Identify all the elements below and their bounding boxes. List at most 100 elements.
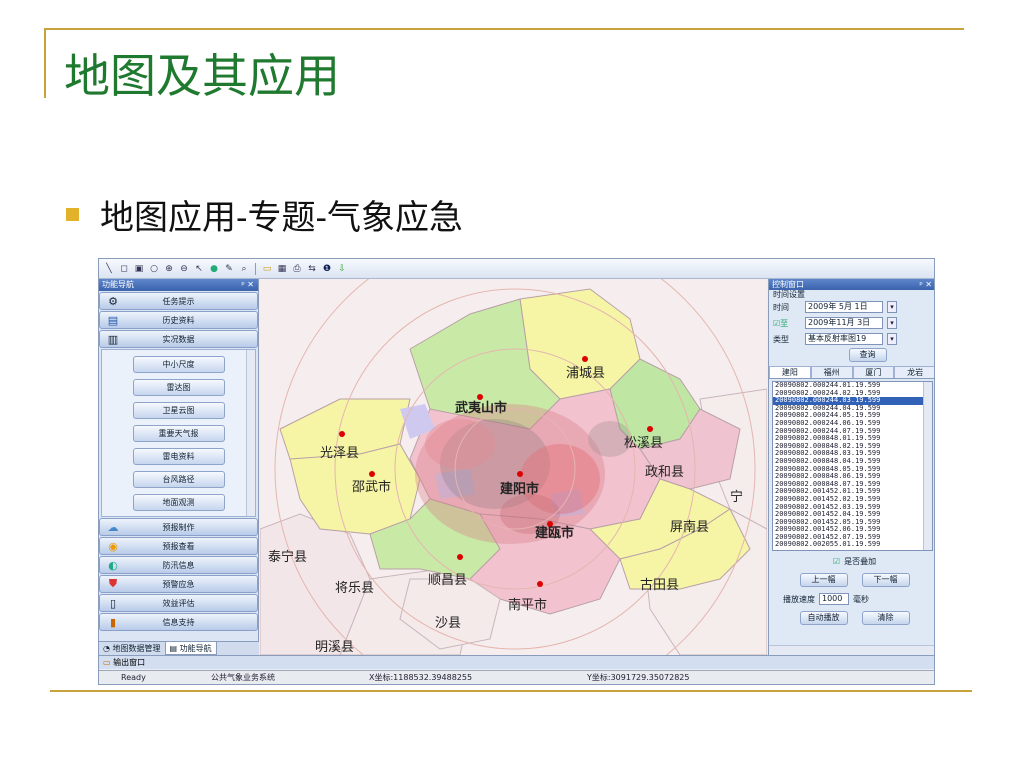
folder-icon[interactable]: ▭ — [261, 263, 273, 275]
tab-function-nav[interactable]: ▤ 功能导航 — [164, 642, 217, 655]
nav-item-forecast[interactable]: ☁ 预报制作 — [99, 518, 258, 536]
nav-item-label: 预报制作 — [162, 522, 195, 532]
clear-button[interactable]: 清除 — [861, 611, 910, 625]
speed-input[interactable]: 1000 — [819, 593, 849, 605]
rect-icon[interactable]: ◻ — [118, 263, 130, 275]
label-shunchang: 顺昌县 — [428, 573, 467, 588]
zoom-in-icon[interactable]: ⊕ — [163, 263, 175, 275]
to-row: ☑至 2009年11月 3日 ▾ — [769, 315, 934, 331]
sub-item-typhoon[interactable]: 台风路径 — [132, 471, 225, 488]
nav-item-label: 信息支持 — [162, 617, 195, 627]
nav-item-flood[interactable]: ◐ 防汛信息 — [99, 556, 258, 574]
status-y-coordinate: Y坐标:3091729.35072825 — [587, 673, 690, 682]
support-icon: ▮ — [109, 615, 117, 629]
output-tab-label: 输出窗口 — [113, 658, 146, 667]
nav-item-label: 防汛信息 — [162, 560, 195, 570]
select-icon[interactable]: ╲ — [103, 263, 115, 275]
type-select[interactable]: 基本反射率图19 — [805, 333, 883, 345]
horizontal-scrollbar[interactable] — [769, 645, 934, 655]
nav-item-history[interactable]: ▤ 历史资料 — [99, 311, 258, 329]
label-guangze: 光泽县 — [320, 446, 359, 461]
sub-item-weather-report[interactable]: 重要天气报 — [132, 425, 225, 442]
submenu-scrollbar[interactable] — [246, 350, 255, 516]
magnify-icon[interactable]: ⌕ — [238, 263, 250, 275]
refresh-icon[interactable]: ⇆ — [306, 263, 318, 275]
chevron-down-icon[interactable]: ▾ — [887, 317, 897, 329]
save-icon[interactable]: ▦ — [276, 263, 288, 275]
sub-item-mesoscale[interactable]: 中小尺度 — [132, 356, 225, 373]
nav-item-label: 预报查看 — [162, 541, 195, 551]
tab-xiamen[interactable]: 厦门 — [852, 366, 895, 378]
bullet-text: 地图应用-专题-气象应急 — [100, 198, 463, 238]
print-icon[interactable]: ⎙ — [291, 263, 303, 275]
tab-map-data[interactable]: ◔ 地图数据管理 — [99, 642, 165, 655]
start-date-field[interactable]: 2009年 5月 1日 — [805, 301, 883, 313]
status-x-coordinate: X坐标:1188532.39488255 — [369, 673, 473, 682]
draw-icon[interactable]: ✎ — [223, 263, 235, 275]
station-tabs: 建阳 福州 厦门 龙岩 — [769, 366, 934, 379]
end-date-field[interactable]: 2009年11月 3日 — [805, 317, 883, 329]
frame-icon[interactable]: ▣ — [133, 263, 145, 275]
toolbar-separator — [255, 262, 256, 275]
tab-longyan[interactable]: 龙岩 — [894, 366, 934, 378]
sub-item-lightning[interactable]: 雷电资料 — [132, 448, 225, 465]
view-icon: ◉ — [108, 539, 118, 553]
autoplay-button[interactable]: 自动播放 — [799, 611, 848, 625]
info-icon[interactable]: ❶ — [321, 263, 333, 275]
output-window-tab[interactable]: ▭ 输出窗口 — [99, 655, 934, 669]
function-nav-panel: 功能导航 ᵖ ✕ ⚙ 任务提示 ▤ 历史资料 ▥ 实况数据 中小尺度 雷达图 卫… — [99, 279, 259, 655]
play-buttons-row: 自动播放 清除 — [769, 610, 934, 626]
tab-jianyang[interactable]: 建阳 — [769, 366, 811, 378]
tab-fuzhou[interactable]: 福州 — [810, 366, 853, 378]
chevron-down-icon[interactable]: ▾ — [887, 301, 897, 313]
overlay-label: 是否叠加 — [844, 556, 877, 566]
next-frame-button[interactable]: 下一幅 — [861, 573, 910, 587]
bullet-icon — [66, 208, 79, 221]
sub-item-surface-obs[interactable]: 地面观测 — [132, 494, 225, 511]
nav-item-support[interactable]: ▮ 信息支持 — [99, 613, 258, 631]
label-ning: 宁 — [730, 489, 743, 505]
label-mingxi: 明溪县 — [315, 640, 354, 655]
slide-bottom-rule — [50, 690, 972, 692]
map-canvas[interactable]: 浦城县 武夷山市 光泽县 松溪县 政和县 邵武市 建阳市 宁 建瓯市 屏南县 泰… — [260, 279, 767, 655]
panel-pin-close-icon[interactable]: ᵖ ✕ — [919, 279, 932, 290]
label-gutian: 古田县 — [640, 578, 679, 593]
label-shaowu: 邵武市 — [352, 479, 391, 495]
time-label: 时间 — [773, 302, 789, 312]
nav-item-evaluate[interactable]: ▯ 效益评估 — [99, 594, 258, 612]
nav-item-view[interactable]: ◉ 预报查看 — [99, 537, 258, 555]
sub-item-radar[interactable]: 雷达图 — [132, 379, 225, 396]
radar-file-list[interactable]: 20090802.000244.01.19.599 20090802.000244… — [772, 381, 933, 551]
download-icon[interactable]: ⇩ — [336, 263, 348, 275]
nav-item-task[interactable]: ⚙ 任务提示 — [99, 292, 258, 310]
overlay-checkbox[interactable]: ☑ — [833, 557, 840, 566]
zoom-out-icon[interactable]: ⊖ — [178, 263, 190, 275]
map-view[interactable]: 浦城县 武夷山市 光泽县 松溪县 政和县 邵武市 建阳市 宁 建瓯市 屏南县 泰… — [260, 279, 767, 655]
speed-unit: 毫秒 — [853, 594, 869, 604]
to-label: 至 — [780, 318, 789, 328]
slide-title: 地图及其应用 — [64, 49, 340, 103]
circle-icon[interactable]: ○ — [148, 263, 160, 275]
to-checkbox[interactable]: ☑至 — [773, 318, 801, 329]
label-zhenghe: 政和县 — [645, 465, 684, 480]
left-panel-tabs: ◔ 地图数据管理 ▤ 功能导航 — [99, 641, 259, 655]
task-icon: ⚙ — [108, 294, 118, 308]
sub-item-satellite[interactable]: 卫星云图 — [132, 402, 225, 419]
overlay-row: ☑ 是否叠加 — [769, 553, 934, 569]
label-nanping: 南平市 — [508, 597, 547, 613]
nav-item-label: 任务提示 — [162, 296, 195, 306]
chevron-down-icon[interactable]: ▾ — [887, 333, 897, 345]
list-scrollbar[interactable] — [923, 382, 932, 550]
label-jiangle: 将乐县 — [335, 581, 374, 596]
query-button[interactable]: 查询 — [848, 348, 887, 362]
nav-item-label: 预警应急 — [162, 579, 195, 589]
nav-item-warning[interactable]: ⛊ 预警应急 — [99, 575, 258, 593]
pointer-icon[interactable]: ↖ — [193, 263, 205, 275]
prev-frame-button[interactable]: 上一幅 — [799, 573, 848, 587]
list-item[interactable]: 20090802.002055.01.19.599 — [773, 541, 932, 549]
toolbar: ╲ ◻ ▣ ○ ⊕ ⊖ ↖ ● ✎ ⌕ ▭ ▦ ⎙ ⇆ ❶ ⇩ — [99, 259, 934, 279]
nav-item-live-data[interactable]: ▥ 实况数据 — [99, 330, 258, 348]
control-panel-title: 控制窗口 — [772, 280, 804, 289]
globe-icon[interactable]: ● — [208, 263, 220, 275]
panel-pin-close-icon[interactable]: ᵖ ✕ — [241, 279, 254, 291]
